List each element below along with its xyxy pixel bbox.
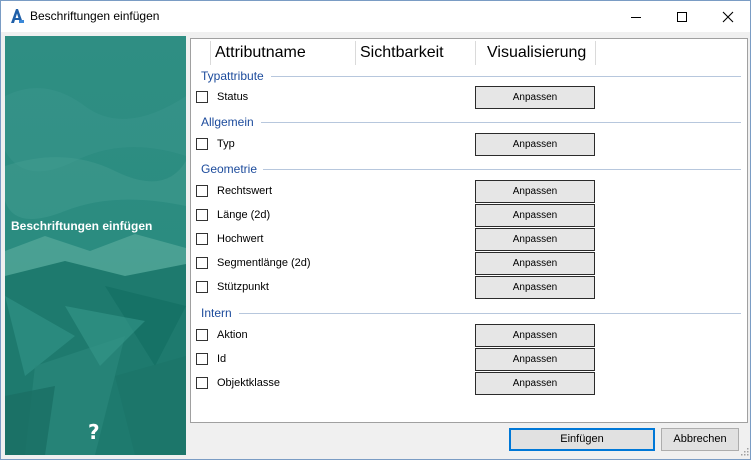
close-button[interactable] <box>705 1 750 32</box>
customize-button-objektklasse[interactable]: Anpassen <box>475 372 595 395</box>
customize-button-id[interactable]: Anpassen <box>475 348 595 371</box>
customize-button-aktion[interactable]: Anpassen <box>475 324 595 347</box>
customize-button-typ[interactable]: Anpassen <box>475 133 595 156</box>
group-divider <box>263 169 741 170</box>
row-label-typ: Typ <box>217 138 235 150</box>
insert-button[interactable]: Einfügen <box>509 428 655 451</box>
row-label-objektklasse: Objektklasse <box>217 377 280 389</box>
group-heading-typattribute: Typattribute <box>201 69 264 83</box>
group-divider <box>261 122 741 123</box>
dialog-content: Beschriftungen einfügen ? Attributname S… <box>1 32 750 459</box>
window-title: Beschriftungen einfügen <box>30 9 160 23</box>
header-divider <box>355 41 356 65</box>
app-logo-icon <box>9 8 25 24</box>
checkbox-rechtswert[interactable] <box>196 185 208 197</box>
maximize-icon <box>677 12 687 22</box>
customize-button-laenge-2d[interactable]: Anpassen <box>475 204 595 227</box>
title-bar[interactable]: Beschriftungen einfügen <box>1 1 750 32</box>
sidebar-title: Beschriftungen einfügen <box>11 219 153 233</box>
checkbox-stuetzpunkt[interactable] <box>196 281 208 293</box>
sidebar-banner: Beschriftungen einfügen ? <box>5 36 186 455</box>
column-header-visualisierung: Visualisierung <box>487 44 587 61</box>
resize-grip-icon[interactable] <box>739 446 749 456</box>
checkbox-aktion[interactable] <box>196 329 208 341</box>
maximize-button[interactable] <box>659 1 705 32</box>
customize-button-hochwert[interactable]: Anpassen <box>475 228 595 251</box>
group-heading-allgemein: Allgemein <box>201 115 254 129</box>
customize-button-status[interactable]: Anpassen <box>475 86 595 109</box>
header-divider <box>475 41 476 65</box>
checkbox-laenge-2d[interactable] <box>196 209 208 221</box>
column-header-sichtbarkeit: Sichtbarkeit <box>360 44 444 61</box>
row-label-stuetzpunkt: Stützpunkt <box>217 281 269 293</box>
group-heading-geometrie: Geometrie <box>201 162 258 176</box>
row-label-laenge-2d: Länge (2d) <box>217 209 271 221</box>
row-label-hochwert: Hochwert <box>217 233 264 245</box>
group-heading-intern: Intern <box>201 306 232 320</box>
landscape-illustration <box>5 36 186 455</box>
minimize-button[interactable] <box>613 1 659 32</box>
row-label-id: Id <box>217 353 227 365</box>
checkbox-id[interactable] <box>196 353 208 365</box>
cancel-button[interactable]: Abbrechen <box>661 428 739 451</box>
customize-button-rechtswert[interactable]: Anpassen <box>475 180 595 203</box>
row-label-rechtswert: Rechtswert <box>217 185 273 197</box>
minimize-icon <box>631 17 641 18</box>
dialog-window: Beschriftungen einfügen Beschriftungen e… <box>0 0 751 460</box>
group-divider <box>271 76 741 77</box>
header-divider <box>595 41 596 65</box>
header-divider <box>210 41 211 65</box>
row-label-aktion: Aktion <box>217 329 248 341</box>
checkbox-segmentlaenge-2d[interactable] <box>196 257 208 269</box>
checkbox-objektklasse[interactable] <box>196 377 208 389</box>
row-label-segmentlaenge-2d: Segmentlänge (2d) <box>217 257 311 269</box>
checkbox-status[interactable] <box>196 91 208 103</box>
customize-button-segmentlaenge-2d[interactable]: Anpassen <box>475 252 595 275</box>
attribute-panel: Attributname Sichtbarkeit Visualisierung… <box>190 38 748 423</box>
help-icon[interactable]: ? <box>88 421 100 443</box>
column-header-attributname: Attributname <box>215 44 306 61</box>
checkbox-hochwert[interactable] <box>196 233 208 245</box>
group-divider <box>239 313 741 314</box>
row-label-status: Status <box>217 91 249 103</box>
checkbox-typ[interactable] <box>196 138 208 150</box>
close-icon <box>722 11 734 23</box>
customize-button-stuetzpunkt[interactable]: Anpassen <box>475 276 595 299</box>
